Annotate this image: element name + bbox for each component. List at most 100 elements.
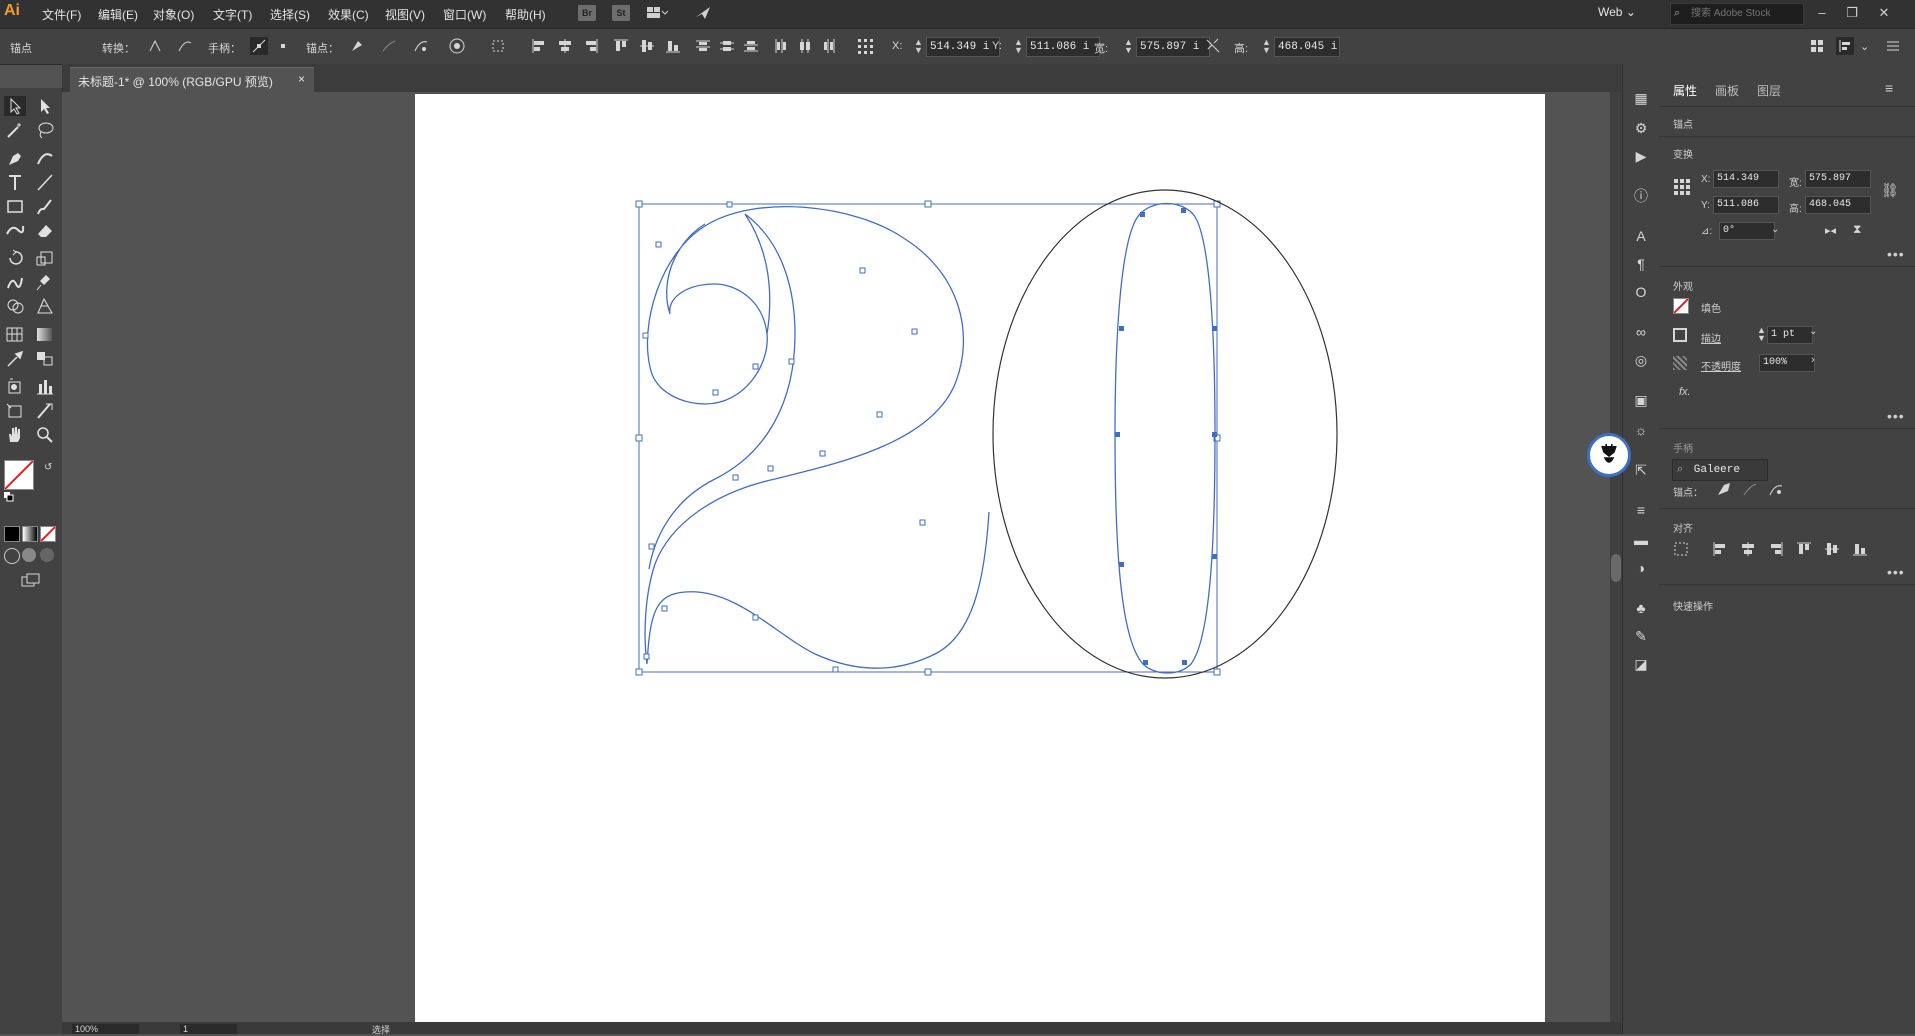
draw-behind-icon[interactable] (22, 548, 36, 562)
pen-tool-icon[interactable] (4, 148, 26, 168)
fill-swatch[interactable] (4, 460, 34, 490)
align-left-icon[interactable] (1711, 540, 1729, 558)
constrain-proportions-icon[interactable]: ⛓ (1881, 182, 1899, 199)
stroke-swatch[interactable] (1673, 328, 1687, 342)
y-stepper-icon[interactable]: ▲ ▼ (1014, 38, 1023, 55)
gradient-tool-icon[interactable] (34, 324, 56, 344)
symbols-icon[interactable]: ♣ (1631, 598, 1651, 618)
distribute-hcenter-icon[interactable] (796, 37, 814, 55)
selection-tool-icon[interactable] (4, 96, 26, 116)
fx-button[interactable]: fx. (1679, 386, 1691, 398)
gradient-panel-icon[interactable]: ▬ (1631, 530, 1651, 550)
align-to-selection-icon[interactable] (490, 37, 508, 55)
menu-window[interactable]: 窗口(W) (443, 6, 486, 23)
line-tool-icon[interactable] (34, 172, 56, 192)
align-hcenter-icon[interactable] (556, 37, 574, 55)
asset-export-icon[interactable]: ▣ (1631, 390, 1651, 410)
swap-fill-stroke-icon[interactable]: ↺ (44, 462, 56, 474)
lasso-tool-icon[interactable] (34, 120, 56, 140)
mesh-tool-icon[interactable] (4, 324, 26, 344)
color-mode-icon[interactable] (4, 526, 20, 542)
direct-selection-tool-icon[interactable] (34, 96, 56, 116)
libraries-icon[interactable]: ▦ (1631, 88, 1651, 108)
transform-h-field[interactable]: 468.045 (1805, 196, 1871, 214)
artwork[interactable] (415, 94, 1545, 1022)
none-mode-icon[interactable] (40, 526, 56, 542)
rotate-field[interactable]: 0° (1719, 222, 1775, 240)
x-stepper-icon[interactable]: ▲ ▼ (914, 38, 923, 55)
scale-tool-icon[interactable] (34, 248, 56, 268)
hide-handles-icon[interactable] (274, 37, 292, 55)
opacity-label[interactable]: 不透明度 (1701, 358, 1741, 373)
artboard-tool-icon[interactable] (4, 400, 26, 420)
align-panel-toggle-icon[interactable] (1836, 37, 1854, 55)
type-tool-icon[interactable] (4, 172, 26, 192)
align-right-icon[interactable] (1767, 540, 1785, 558)
more-options-icon[interactable]: ••• (1887, 246, 1905, 262)
transform-y-field[interactable]: 511.086 (1713, 196, 1779, 214)
align-vcenter-icon[interactable] (638, 37, 656, 55)
shape-builder-icon[interactable] (4, 296, 26, 316)
graphic-styles-icon[interactable]: ◪ (1631, 654, 1651, 674)
align-bottom-icon[interactable] (664, 37, 682, 55)
height-stepper-icon[interactable]: ▲ ▼ (1262, 38, 1271, 55)
screen-mode-icon[interactable] (20, 572, 42, 588)
artboard-number-field[interactable]: 1 (180, 1024, 237, 1034)
zoom-level-field[interactable]: 100% (72, 1024, 139, 1034)
stroke-label[interactable]: 描边 (1701, 330, 1721, 345)
vertical-scrollbar[interactable] (1610, 92, 1622, 1022)
align-bottom-icon[interactable] (1851, 540, 1869, 558)
cut-path-icon[interactable] (412, 37, 430, 55)
align-right-icon[interactable] (582, 37, 600, 55)
minimize-button[interactable]: – (1812, 4, 1832, 22)
gradient-mode-icon[interactable] (22, 526, 38, 542)
transform-w-field[interactable]: 575.897 (1805, 170, 1871, 188)
connect-anchor-icon[interactable] (380, 37, 398, 55)
opacity-field[interactable]: 100% (1759, 354, 1815, 372)
stroke-panel-icon[interactable]: ≡ (1631, 500, 1651, 520)
cut-path-icon[interactable] (1767, 480, 1785, 498)
width-field[interactable]: 575.897 i (1136, 37, 1210, 57)
align-left-icon[interactable] (530, 37, 548, 55)
default-fill-stroke-icon[interactable] (4, 491, 14, 502)
curvature-tool-icon[interactable] (34, 148, 56, 168)
align-hcenter-icon[interactable] (1739, 540, 1757, 558)
constrain-proportions-icon[interactable] (1204, 37, 1222, 55)
convert-anchor-icon[interactable] (1715, 480, 1733, 498)
appearance-icon[interactable]: ☼ (1631, 420, 1651, 440)
paintbrush-tool-icon[interactable] (34, 196, 56, 216)
height-field[interactable]: 468.045 i (1274, 37, 1340, 57)
bridge-button[interactable]: Br (578, 5, 596, 21)
rotate-tool-icon[interactable] (4, 248, 26, 268)
paragraph-icon[interactable]: ¶ (1631, 254, 1651, 274)
transform-x-field[interactable]: 514.349 (1713, 170, 1779, 188)
x-field[interactable]: 514.349 i (926, 37, 1000, 57)
width-stepper-icon[interactable]: ▲ ▼ (1124, 38, 1133, 55)
play-icon[interactable]: ▶ (1631, 146, 1651, 166)
fill-swatch[interactable] (1673, 298, 1689, 314)
align-top-icon[interactable] (612, 37, 630, 55)
convert-corner-icon[interactable] (146, 37, 164, 55)
close-tab-button[interactable]: × (298, 72, 305, 86)
workspace-switcher[interactable]: Web ⌄ (1598, 5, 1636, 19)
stock-search[interactable]: ⌕ (1670, 3, 1804, 25)
tab-artboards[interactable]: 画板 (1715, 82, 1739, 99)
eyedropper-tool-icon[interactable] (4, 348, 26, 368)
opentype-icon[interactable]: O (1631, 282, 1651, 302)
document-tab[interactable]: 未标题-1* @ 100% (RGB/GPU 预览) × (70, 67, 314, 92)
reference-point-icon[interactable] (856, 37, 874, 55)
handle-search-field[interactable]: ⌕ Galeere (1672, 459, 1768, 481)
chevron-down-icon[interactable]: ⌄ (1771, 224, 1779, 235)
warp-tool-icon[interactable] (4, 272, 26, 292)
transparency-icon[interactable]: ◑ (1631, 558, 1651, 578)
show-handles-icon[interactable] (250, 37, 268, 55)
menu-edit[interactable]: 编辑(E) (98, 6, 138, 23)
status-tool-label[interactable]: 选择 (372, 1023, 390, 1036)
zoom-tool-icon[interactable] (34, 424, 56, 444)
artboard[interactable] (415, 94, 1545, 1022)
flip-horizontal-icon[interactable]: ▸◂ (1825, 224, 1836, 237)
recolor-icon[interactable] (448, 37, 466, 55)
export-icon[interactable]: ⇱ (1631, 460, 1651, 480)
brushes-icon[interactable]: ✎ (1631, 626, 1651, 646)
more-options-icon[interactable]: ••• (1887, 564, 1905, 580)
